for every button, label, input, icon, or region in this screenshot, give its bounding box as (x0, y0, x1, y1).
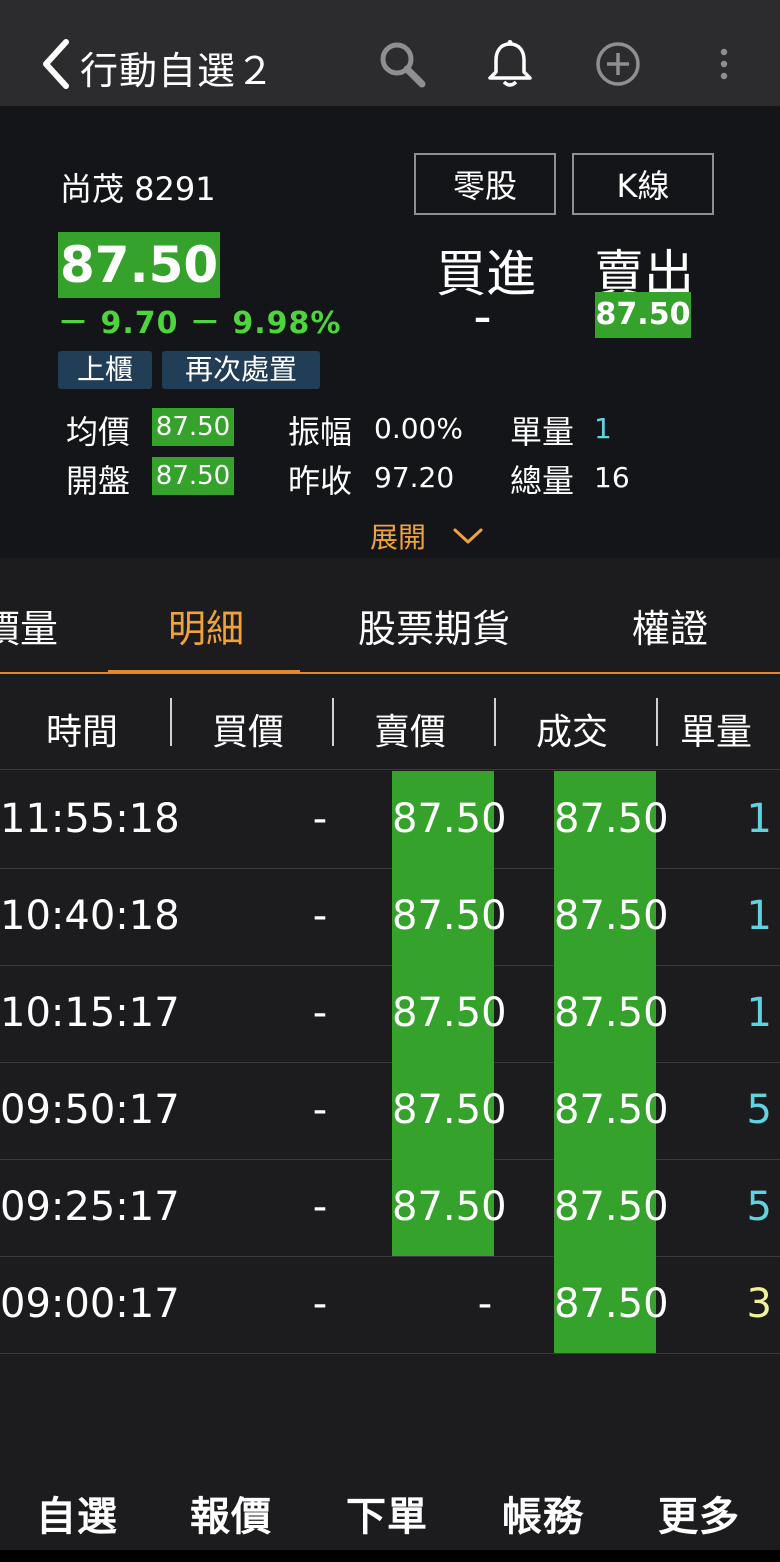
row-time: 10:15:17 (0, 990, 180, 1036)
disposition-tag: 再次處置 (162, 351, 320, 389)
stock-name: 尚茂 8291 (60, 170, 216, 208)
row-bid: - (312, 893, 328, 939)
bell-icon[interactable] (484, 38, 536, 90)
table-row: 10:15:17 - 87.50 87.50 1 (0, 965, 780, 1063)
open-value: 87.50 (152, 457, 234, 495)
avg-price-value: 87.50 (152, 408, 234, 446)
tab-bar: 價量 明細 股票期貨 權證 (0, 568, 780, 674)
row-time: 10:40:18 (0, 893, 180, 939)
avg-price-label: 均價 (66, 413, 131, 451)
more-vertical-icon[interactable] (698, 38, 750, 90)
row-bid: - (312, 1087, 328, 1133)
column-volume: 單量 (680, 712, 753, 753)
column-bid: 買價 (212, 712, 285, 753)
row-ask: 87.50 (392, 771, 507, 868)
column-divider (494, 698, 496, 746)
row-ask: 87.50 (392, 965, 507, 1062)
row-bid: - (312, 990, 328, 1036)
bid-label: 買進 (436, 245, 536, 303)
row-bid: - (312, 1184, 328, 1230)
search-icon[interactable] (376, 38, 428, 90)
add-circle-icon[interactable] (592, 38, 644, 90)
row-trade: 87.50 (554, 1256, 669, 1353)
quote-panel: 尚茂 8291 零股 K線 87.50 － 9.70 － 9.98% 買進 賣出… (0, 106, 780, 558)
kline-button[interactable]: K線 (572, 153, 714, 215)
row-volume: 5 (746, 1184, 772, 1230)
row-time: 09:00:17 (0, 1281, 180, 1327)
table-row: 11:55:18 - 87.50 87.50 1 (0, 771, 780, 869)
row-time: 09:25:17 (0, 1184, 180, 1230)
open-label: 開盤 (66, 462, 131, 500)
row-bid: - (312, 796, 328, 842)
row-time: 11:55:18 (0, 796, 180, 842)
table-row: 10:40:18 - 87.50 87.50 1 (0, 868, 780, 966)
column-ask: 賣價 (374, 712, 447, 753)
tab-details[interactable]: 明細 (168, 598, 244, 653)
column-divider (332, 698, 334, 746)
table-row: 09:50:17 - 87.50 87.50 5 (0, 1062, 780, 1160)
row-time: 09:50:17 (0, 1087, 180, 1133)
back-arrow-icon[interactable] (38, 38, 72, 90)
row-bid: - (312, 1281, 328, 1327)
column-divider (170, 698, 172, 746)
tab-price-volume[interactable]: 價量 (0, 598, 58, 653)
row-ask: 87.50 (392, 868, 507, 965)
tab-warrants[interactable]: 權證 (632, 598, 708, 653)
tab-stock-futures[interactable]: 股票期貨 (358, 598, 510, 653)
table-header: 時間 買價 賣價 成交 單量 (0, 676, 780, 770)
system-bar (0, 1550, 780, 1562)
bottom-navigation: 自選 報價 下單 帳務 更多 (0, 1460, 780, 1562)
active-tab-indicator (108, 670, 300, 672)
price-change: － 9.70 － 9.98% (58, 306, 342, 341)
odd-lot-button[interactable]: 零股 (414, 153, 556, 215)
unit-volume-value: 1 (594, 412, 612, 445)
row-trade: 87.50 (554, 1159, 669, 1256)
top-app-bar: 行動自選２ (0, 0, 780, 106)
column-trade: 成交 (536, 712, 609, 753)
row-trade: 87.50 (554, 868, 669, 965)
nav-watchlist[interactable]: 自選 (36, 1484, 118, 1542)
row-ask: 87.50 (392, 1062, 507, 1159)
column-divider (656, 698, 658, 746)
nav-quotes[interactable]: 報價 (190, 1484, 272, 1542)
table-row: 09:25:17 - 87.50 87.50 5 (0, 1159, 780, 1257)
nav-order[interactable]: 下單 (346, 1484, 428, 1542)
ask-value: 87.50 (595, 292, 691, 338)
market-tag: 上櫃 (58, 351, 152, 389)
nav-more[interactable]: 更多 (658, 1484, 740, 1542)
prev-close-label: 昨收 (288, 462, 353, 500)
row-volume: 5 (746, 1087, 772, 1133)
last-price: 87.50 (58, 232, 221, 298)
row-ask: 87.50 (392, 1159, 507, 1256)
amplitude-label: 振幅 (288, 413, 353, 451)
row-volume: 3 (746, 1281, 772, 1327)
prev-close-value: 97.20 (374, 461, 455, 494)
expand-button[interactable]: 展開 (370, 516, 426, 556)
table-row: 09:00:17 - - 87.50 3 (0, 1256, 780, 1354)
row-trade: 87.50 (554, 965, 669, 1062)
total-volume-label: 總量 (510, 462, 575, 500)
page-title: 行動自選２ (80, 49, 276, 93)
total-volume-value: 16 (594, 461, 630, 494)
row-trade: 87.50 (554, 1062, 669, 1159)
nav-account[interactable]: 帳務 (502, 1484, 584, 1542)
row-trade: 87.50 (554, 771, 669, 868)
column-time: 時間 (46, 712, 119, 753)
chevron-down-icon[interactable] (452, 526, 484, 546)
row-ask: - (477, 1281, 493, 1327)
amplitude-value: 0.00% (374, 412, 463, 445)
row-volume: 1 (746, 796, 772, 842)
unit-volume-label: 單量 (510, 413, 575, 451)
bid-value: – (474, 298, 491, 338)
row-volume: 1 (746, 893, 772, 939)
row-volume: 1 (746, 990, 772, 1036)
